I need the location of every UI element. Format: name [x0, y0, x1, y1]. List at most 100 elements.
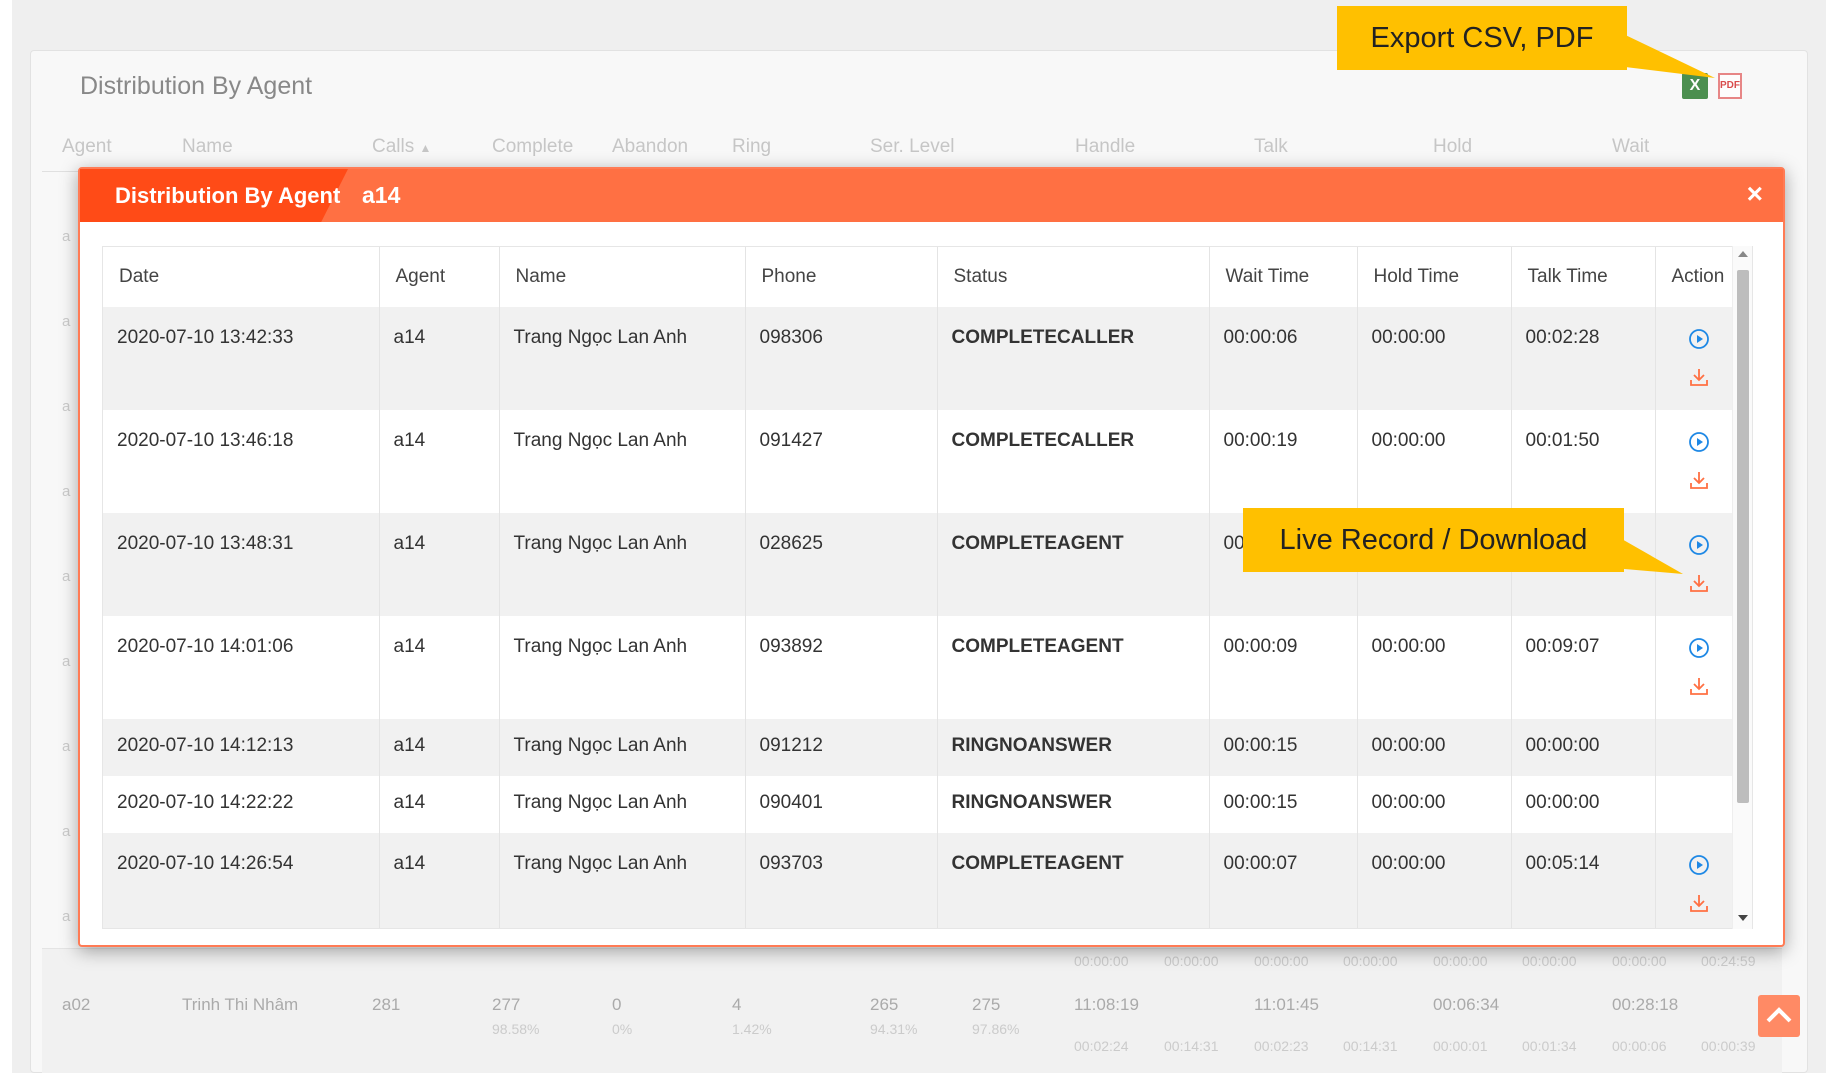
bg-time: 00:02:24 [1074, 1038, 1129, 1054]
cell-agent: a14 [379, 776, 500, 833]
bg-row-prefix: a [62, 823, 71, 840]
bg-row-prefix: a [62, 398, 71, 415]
table-row[interactable]: 2020-07-10 14:12:13 a14 Trang Ngọc Lan Anh… [103, 719, 1743, 776]
col-hold-time[interactable]: Hold Time [1357, 247, 1512, 307]
background-footer-rows [42, 948, 1782, 1073]
table-header: Date Agent Name Phone Status Wait Time H… [103, 247, 1743, 307]
cell-phone: 090401 [745, 776, 938, 833]
panel-title: Distribution By Agent [80, 72, 313, 100]
summary-time: 00:00:00 [1343, 953, 1398, 969]
live-record-callout: Live Record / Download [1243, 508, 1683, 574]
download-icon[interactable] [1687, 674, 1711, 698]
cell-hold-time: 00:00:00 [1357, 616, 1512, 719]
cell-hold-time: 00:00:00 [1357, 307, 1512, 410]
cell-name: Trang Ngọc Lan Anh [499, 307, 746, 410]
bg-col-agent[interactable]: Agent [62, 136, 112, 158]
cell-date: 2020-07-10 14:22:22 [103, 776, 380, 833]
bg-row-prefix: a [62, 653, 71, 670]
status-badge: COMPLETECALLER [937, 410, 1210, 513]
cell-action [1655, 307, 1743, 410]
col-talk-time[interactable]: Talk Time [1511, 247, 1656, 307]
play-circle-icon[interactable] [1687, 853, 1711, 877]
bg-ser-level-2-pct: 97.86% [972, 1021, 1020, 1037]
table-row[interactable]: 2020-07-10 14:01:06 a14 Trang Ngọc Lan Anh… [103, 616, 1743, 719]
col-agent[interactable]: Agent [379, 247, 500, 307]
col-name[interactable]: Name [499, 247, 746, 307]
summary-time: 00:00:00 [1164, 953, 1219, 969]
bg-col-hold[interactable]: Hold [1433, 136, 1472, 158]
download-icon[interactable] [1687, 468, 1711, 492]
bg-col-complete[interactable]: Complete [492, 136, 573, 158]
summary-time: 00:00:00 [1433, 953, 1488, 969]
download-icon[interactable] [1687, 365, 1711, 389]
cell-wait-time: 00:00:15 [1209, 719, 1358, 776]
bg-col-calls[interactable]: Calls ▲ [372, 136, 431, 158]
cell-name: Trang Ngọc Lan Anh [499, 410, 746, 513]
status-badge: COMPLETECALLER [937, 307, 1210, 410]
download-icon[interactable] [1687, 891, 1711, 915]
bg-col-name[interactable]: Name [182, 136, 233, 158]
table-row[interactable]: 2020-07-10 13:42:33 a14 Trang Ngọc Lan Anh… [103, 307, 1743, 410]
cell-hold-time: 00:00:00 [1357, 410, 1512, 513]
cell-phone: 091427 [745, 410, 938, 513]
col-status[interactable]: Status [937, 247, 1210, 307]
play-circle-icon[interactable] [1687, 327, 1711, 351]
bg-time: 00:00:06 [1612, 1038, 1667, 1054]
bg-hold: 00:06:34 [1433, 995, 1500, 1014]
bg-col-handle[interactable]: Handle [1075, 136, 1135, 158]
bg-calls: 281 [372, 995, 401, 1014]
records-table: Date Agent Name Phone Status Wait Time H… [103, 247, 1743, 928]
play-circle-icon[interactable] [1687, 636, 1711, 660]
bg-col-ser-level[interactable]: Ser. Level [870, 136, 955, 158]
records-table-container[interactable]: Date Agent Name Phone Status Wait Time H… [102, 246, 1753, 929]
bg-col-ring[interactable]: Ring [732, 136, 771, 158]
cell-talk-time: 00:00:00 [1511, 719, 1656, 776]
scroll-up-icon[interactable] [1738, 251, 1748, 257]
close-icon[interactable]: × [1747, 178, 1763, 210]
col-phone[interactable]: Phone [745, 247, 938, 307]
cell-talk-time: 00:01:50 [1511, 410, 1656, 513]
cell-hold-time: 00:00:00 [1357, 776, 1512, 833]
play-circle-icon[interactable] [1687, 430, 1711, 454]
bg-col-talk[interactable]: Talk [1254, 136, 1288, 158]
bg-row-prefix: a [62, 568, 71, 585]
table-row[interactable]: 2020-07-10 14:22:22 a14 Trang Ngọc Lan Anh… [103, 776, 1743, 833]
table-row[interactable]: 2020-07-10 14:26:54 a14 Trang Ngọc Lan Anh… [103, 833, 1743, 928]
bg-row-prefix: a [62, 908, 71, 925]
bg-abandon-pct: 0% [612, 1021, 633, 1037]
cell-wait-time: 00:00:07 [1209, 833, 1358, 928]
col-date[interactable]: Date [103, 247, 380, 307]
sort-icon: ▲ [419, 141, 432, 155]
bg-ser-level: 265 [870, 995, 899, 1014]
bg-handle: 11:08:19 [1074, 995, 1139, 1014]
cell-wait-time: 00:00:09 [1209, 616, 1358, 719]
scroll-thumb[interactable] [1737, 270, 1749, 803]
bg-row-prefix: a [62, 738, 71, 755]
cell-name: Trang Ngọc Lan Anh [499, 719, 746, 776]
modal-agent-id: a14 [362, 182, 401, 208]
cell-phone: 098306 [745, 307, 938, 410]
summary-time: 00:00:00 [1074, 953, 1129, 969]
scroll-top-button[interactable] [1758, 995, 1800, 1037]
table-scrollbar[interactable] [1732, 246, 1752, 929]
cell-date: 2020-07-10 13:48:31 [103, 513, 380, 616]
bg-ser-level-2: 275 [972, 995, 1001, 1014]
table-body: 2020-07-10 13:42:33 a14 Trang Ngọc Lan Anh… [103, 307, 1743, 928]
export-callout: Export CSV, PDF [1337, 6, 1715, 78]
table-row[interactable]: 2020-07-10 13:46:18 a14 Trang Ngọc Lan Anh… [103, 410, 1743, 513]
cell-date: 2020-07-10 14:12:13 [103, 719, 380, 776]
cell-date: 2020-07-10 14:26:54 [103, 833, 380, 928]
bg-time: 00:00:39 [1701, 1038, 1756, 1054]
cell-wait-time: 00:00:06 [1209, 307, 1358, 410]
col-wait-time[interactable]: Wait Time [1209, 247, 1358, 307]
cell-wait-time: 00:00:19 [1209, 410, 1358, 513]
cell-name: Trang Ngọc Lan Anh [499, 616, 746, 719]
scroll-down-icon[interactable] [1738, 915, 1748, 921]
cell-phone: 093892 [745, 616, 938, 719]
bg-time: 00:14:31 [1164, 1038, 1219, 1054]
cell-wait-time: 00:00:15 [1209, 776, 1358, 833]
bg-col-abandon[interactable]: Abandon [612, 136, 688, 158]
status-badge: COMPLETEAGENT [937, 513, 1210, 616]
bg-col-wait[interactable]: Wait [1612, 136, 1649, 158]
bg-time: 00:02:23 [1254, 1038, 1309, 1054]
